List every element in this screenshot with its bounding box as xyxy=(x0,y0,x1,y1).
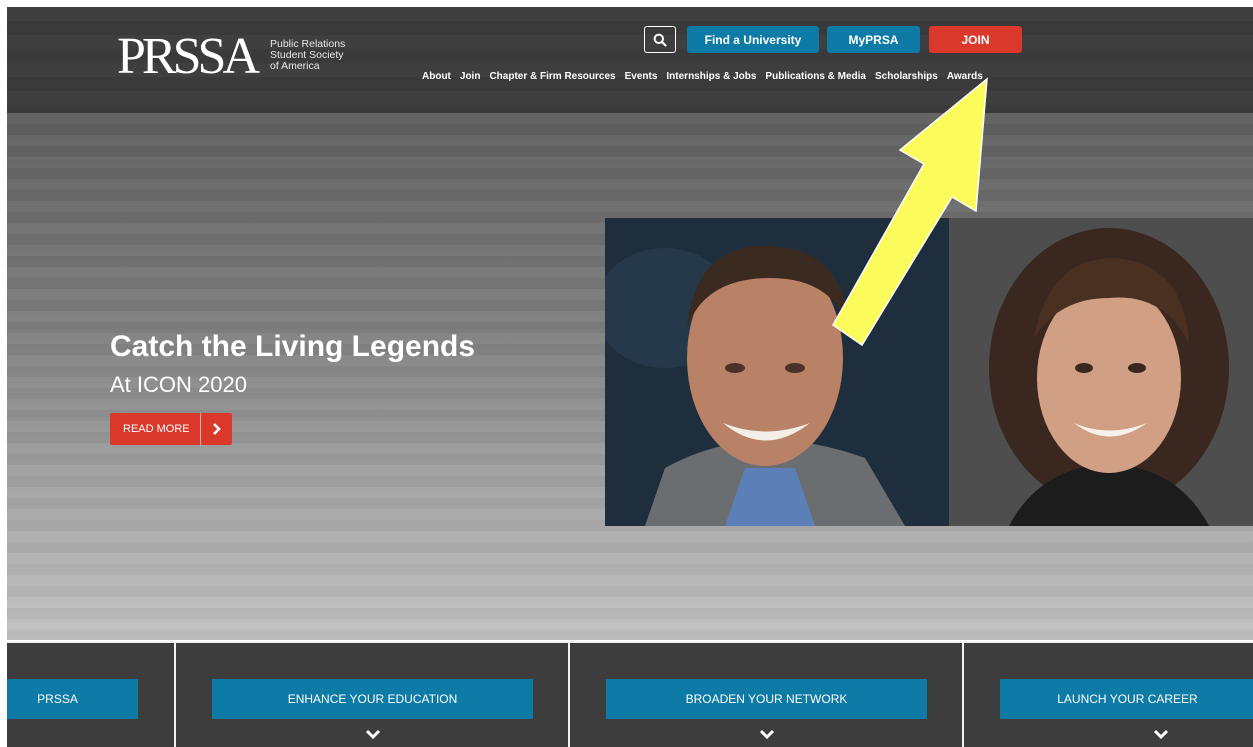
bottom-action-bar: PRSSA ENHANCE YOUR EDUCATION BROADEN YOU… xyxy=(7,641,1253,747)
nav-events[interactable]: Events xyxy=(625,71,658,82)
hero-banner: Catch the Living Legends At ICON 2020 RE… xyxy=(7,113,1253,640)
chevron-down-icon[interactable] xyxy=(365,729,381,741)
logo-mark: PRSSA xyxy=(117,28,260,85)
find-university-button[interactable]: Find a University xyxy=(687,26,819,53)
launch-career-button[interactable]: LAUNCH YOUR CAREER xyxy=(1000,679,1253,719)
chevron-right-icon xyxy=(201,422,232,436)
speaker-photo-man xyxy=(605,218,949,526)
page-frame: PRSSA Public Relations Student Society o… xyxy=(7,7,1253,747)
nav-awards[interactable]: Awards xyxy=(947,71,983,82)
nav-scholarships[interactable]: Scholarships xyxy=(875,71,938,82)
speaker-photo-woman xyxy=(949,218,1253,526)
prssa-action-button[interactable]: PRSSA xyxy=(7,679,138,719)
nav-about[interactable]: About xyxy=(422,71,451,82)
logo-line-3: of America xyxy=(270,60,320,72)
site-header: PRSSA Public Relations Student Society o… xyxy=(7,7,1253,113)
broaden-network-column: BROADEN YOUR NETWORK xyxy=(568,643,962,747)
nav-chapter-firm-resources[interactable]: Chapter & Firm Resources xyxy=(489,71,615,82)
myprsa-button[interactable]: MyPRSA xyxy=(827,26,920,53)
nav-join[interactable]: Join xyxy=(460,71,481,82)
logo-text: Public Relations Student Society of Amer… xyxy=(270,39,345,72)
search-icon xyxy=(653,33,667,47)
broaden-network-button[interactable]: BROADEN YOUR NETWORK xyxy=(606,679,927,719)
enhance-education-column: ENHANCE YOUR EDUCATION xyxy=(174,643,568,747)
join-button[interactable]: JOIN xyxy=(929,26,1022,53)
chevron-down-icon[interactable] xyxy=(1153,729,1169,741)
chevron-down-icon[interactable] xyxy=(759,729,775,741)
hero-subtitle: At ICON 2020 xyxy=(110,372,247,397)
nav-internships-jobs[interactable]: Internships & Jobs xyxy=(666,71,756,82)
read-more-label: READ MORE xyxy=(123,423,190,435)
read-more-button[interactable]: READ MORE xyxy=(110,413,232,445)
prssa-logo[interactable]: PRSSA Public Relations Student Society o… xyxy=(117,28,345,85)
hero-title: Catch the Living Legends xyxy=(110,330,476,363)
enhance-education-button[interactable]: ENHANCE YOUR EDUCATION xyxy=(212,679,533,719)
search-button[interactable] xyxy=(644,26,676,53)
nav-publications-media[interactable]: Publications & Media xyxy=(765,71,866,82)
main-nav: About Join Chapter & Firm Resources Even… xyxy=(422,71,983,82)
launch-career-column: LAUNCH YOUR CAREER xyxy=(962,643,1253,747)
